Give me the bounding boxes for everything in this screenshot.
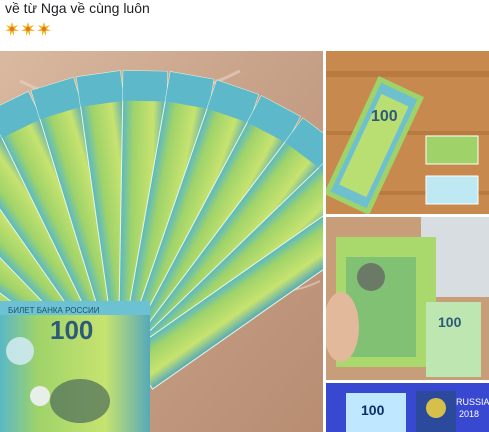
svg-text:100: 100	[361, 402, 385, 418]
emoji-row	[5, 22, 51, 40]
photo-banknote-in-hand[interactable]: 100	[326, 217, 489, 380]
collision-icon	[5, 22, 19, 36]
post-caption: về từ Nga về cùng luôn	[5, 0, 150, 16]
photo-banknotes-on-table[interactable]: 100	[326, 51, 489, 214]
collision-icon	[21, 22, 35, 36]
collision-icon	[37, 22, 51, 36]
svg-text:БИЛЕТ БАНКА РОССИИ: БИЛЕТ БАНКА РОССИИ	[8, 306, 100, 315]
svg-text:100: 100	[438, 314, 462, 330]
foreground-banknote: БИЛЕТ БАНКА РОССИИ 100	[0, 301, 150, 432]
photo-banknote-uv[interactable]: 100 RUSSIA 2018	[326, 383, 489, 432]
photo-banknote-fan[interactable]: БИЛЕТ БАНКА РОССИИ 100	[0, 51, 323, 432]
svg-text:100: 100	[371, 108, 398, 125]
svg-text:100: 100	[50, 315, 93, 345]
svg-text:RUSSIA: RUSSIA	[456, 397, 489, 407]
svg-text:2018: 2018	[459, 409, 479, 419]
